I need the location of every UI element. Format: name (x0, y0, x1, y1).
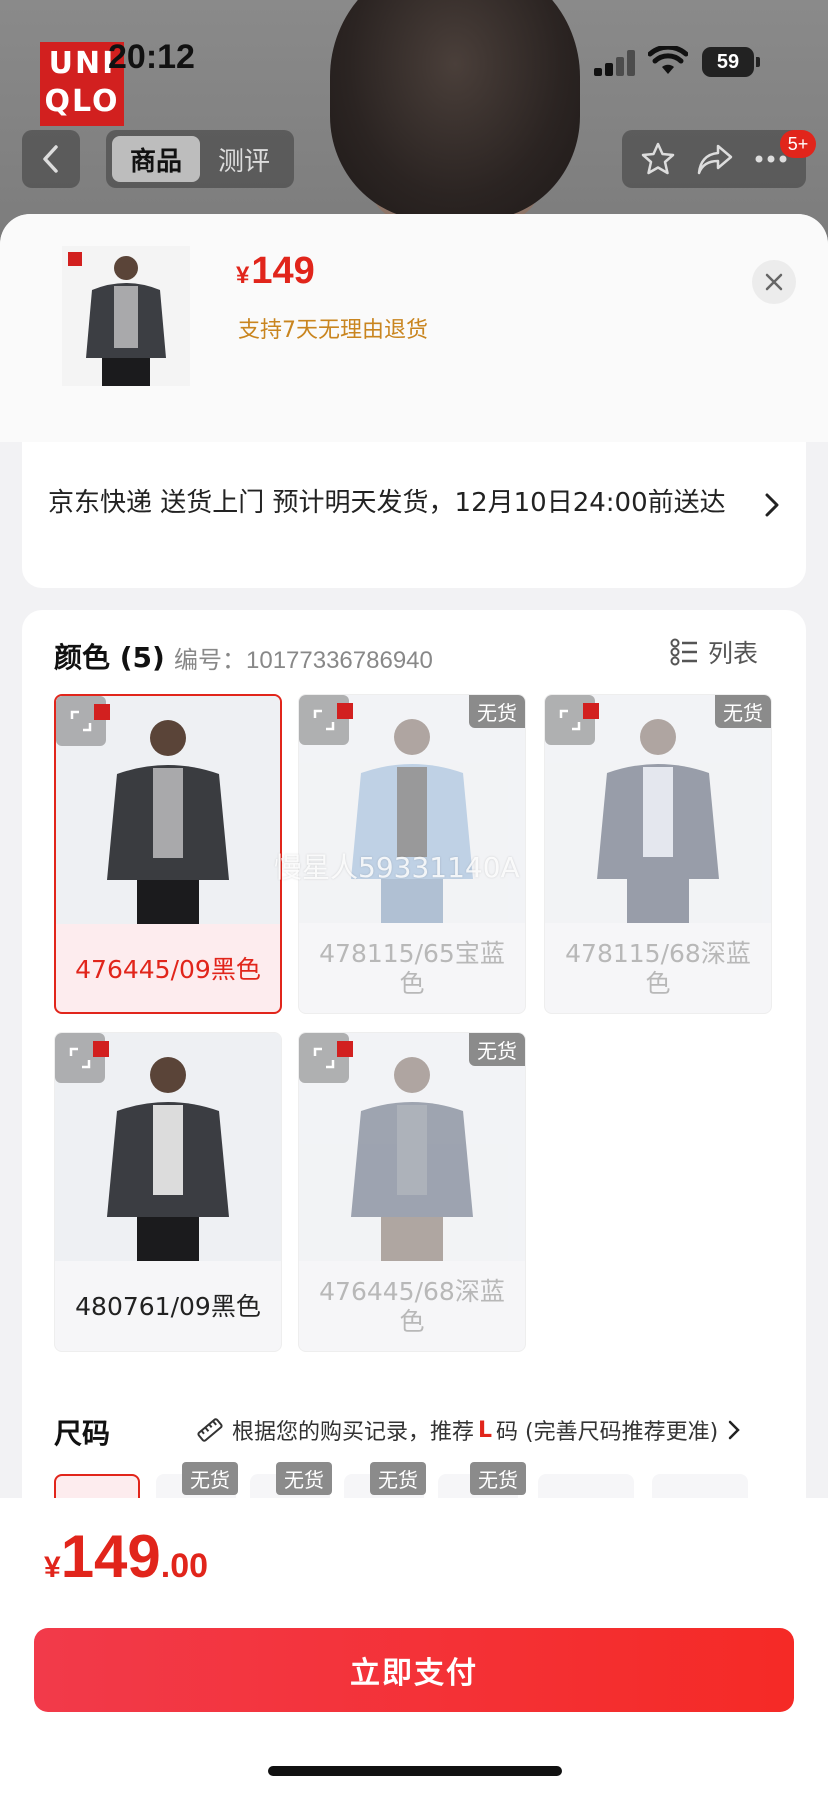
tab-reviews[interactable]: 测评 (200, 136, 288, 182)
tile-brand-logo (94, 704, 110, 720)
size-section-title: 尺码 (54, 1417, 111, 1450)
tile-brand-logo (583, 703, 599, 719)
size-recommendation[interactable]: 根据您的购买记录，推荐 L 码 (完善尺码推荐更准) (196, 1414, 748, 1446)
tile-brand-logo (93, 1041, 109, 1057)
color-option-label: 478115/68深蓝色 (565, 939, 751, 998)
home-indicator (268, 1766, 562, 1776)
more-icon[interactable] (754, 154, 788, 164)
chevron-left-icon (43, 145, 58, 173)
size-oos-tag: 无货 (182, 1462, 238, 1495)
color-option-label: 480761/09黑色 (75, 1292, 261, 1321)
list-icon (670, 638, 697, 666)
status-bar: 20:12 59 (0, 0, 828, 110)
size-oos-tag: 无货 (370, 1462, 426, 1495)
close-button[interactable] (752, 260, 796, 304)
tile-brand-logo (337, 703, 353, 719)
wifi-icon (648, 46, 688, 74)
list-view-toggle[interactable]: 列表 (670, 634, 758, 670)
tile-brand-logo (337, 1041, 353, 1057)
model-figure (107, 720, 229, 924)
color-option-label: 478115/65宝蓝色 (319, 939, 505, 998)
chevron-right-icon (728, 1420, 740, 1440)
back-button[interactable] (22, 130, 80, 188)
model-figure (351, 719, 473, 923)
color-option[interactable]: 无货 476445/68深蓝色 (298, 1032, 526, 1352)
size-oos-tag: 无货 (276, 1462, 332, 1495)
model-figure (351, 1057, 473, 1261)
out-of-stock-tag: 无货 (469, 1033, 525, 1066)
return-policy-note: 支持7天无理由退货 (238, 318, 428, 343)
header-actions (622, 130, 806, 188)
list-view-label: 列表 (708, 639, 759, 668)
page-tabs: 商品 测评 (106, 130, 294, 188)
size-oos-tag: 无货 (470, 1462, 526, 1495)
thumbnail-model (86, 256, 166, 386)
model-figure (107, 1057, 229, 1261)
close-icon (765, 273, 783, 291)
tab-product[interactable]: 商品 (112, 136, 200, 182)
delivery-info: 京东快递 送货上门 预计明天发货，12月10日24:00前送达 (48, 488, 726, 518)
battery-indicator: 59 (702, 47, 760, 77)
share-icon[interactable] (696, 142, 734, 176)
out-of-stock-tag: 无货 (469, 695, 525, 728)
color-option-label: 476445/68深蓝色 (319, 1277, 505, 1336)
color-option[interactable]: 480761/09黑色 (54, 1032, 282, 1352)
sheet-header: ¥149 支持7天无理由退货 (0, 214, 828, 442)
color-option-label: 476445/09黑色 (75, 955, 261, 984)
color-option[interactable]: 476445/09黑色 (54, 694, 282, 1014)
ruler-icon (197, 1418, 223, 1442)
product-thumbnail (62, 246, 190, 386)
watermark-text: 慢星人59331140A (274, 851, 520, 884)
out-of-stock-tag: 无货 (715, 695, 771, 728)
pay-now-button[interactable]: 立即支付 (34, 1628, 794, 1712)
model-figure (597, 719, 719, 923)
chevron-right-icon[interactable] (764, 492, 780, 518)
recommended-size: L (478, 1417, 493, 1443)
total-price: ¥149.00 (44, 1523, 209, 1590)
color-section-title: 颜色 (5) (54, 641, 165, 674)
thumb-brand-logo (68, 252, 82, 266)
sheet-price: ¥149 (236, 250, 315, 292)
cellular-signal-icon (594, 50, 638, 76)
star-icon[interactable] (640, 141, 676, 177)
message-badge: 5+ (780, 130, 816, 158)
status-time: 20:12 (108, 38, 195, 76)
sku-number: 编号：10177336786940 (174, 647, 433, 674)
color-option[interactable]: 无货 478115/68深蓝色 (544, 694, 772, 1014)
